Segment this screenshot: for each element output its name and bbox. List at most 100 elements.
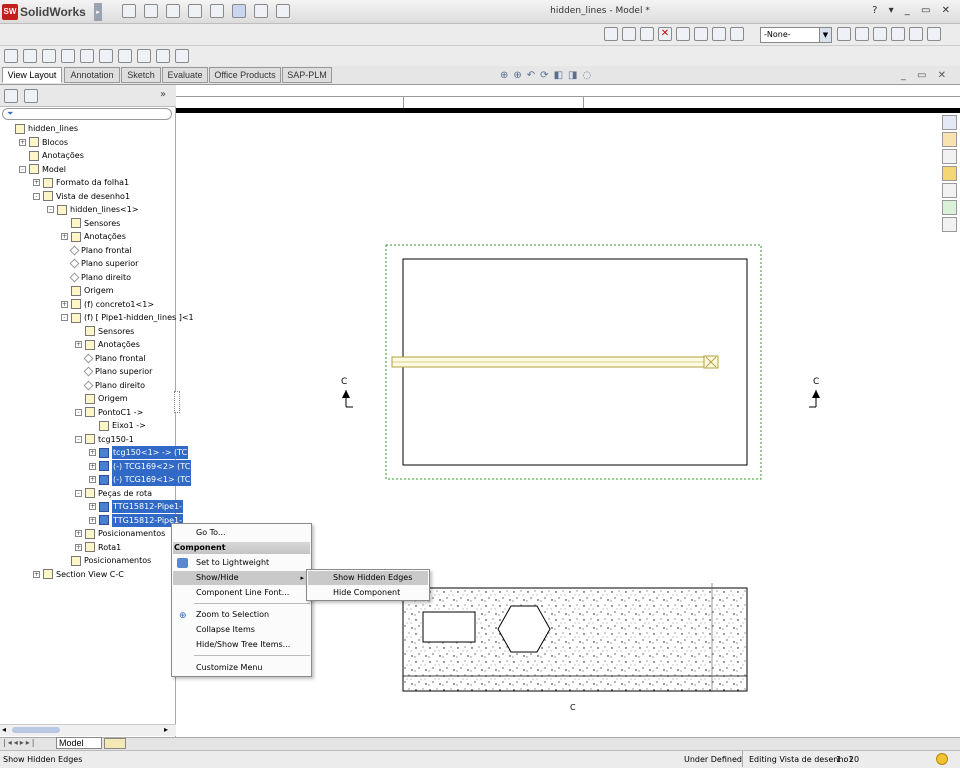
projected-view-icon[interactable] — [42, 49, 56, 63]
tab-model[interactable]: Model — [56, 737, 102, 749]
select-arrow-icon[interactable] — [232, 4, 246, 18]
rotate-icon[interactable]: ⟳ — [540, 70, 548, 84]
tree-item[interactable]: + Blocos — [19, 136, 68, 149]
tree-item[interactable]: Plano superior — [83, 365, 152, 378]
menu-item-show-hidden-edges[interactable]: Show Hidden Edges — [308, 571, 428, 585]
expand-icon[interactable]: + — [89, 503, 96, 510]
scroll-right-icon[interactable]: ▸ — [164, 725, 168, 734]
book-icon[interactable] — [622, 27, 636, 41]
edit-component-icon[interactable] — [640, 27, 654, 41]
tree-item[interactable]: hidden_lines — [15, 122, 78, 135]
collapse-icon[interactable]: - — [47, 206, 54, 213]
tree-item[interactable]: Plano direito — [83, 379, 145, 392]
tree-item[interactable]: Sensores — [71, 217, 120, 230]
tree-item[interactable]: Plano superior — [69, 257, 138, 270]
tree-item[interactable]: + (f) concreto1<1> — [61, 298, 154, 311]
tree-item[interactable]: Sensores — [85, 325, 134, 338]
menu-item-hide-component[interactable]: Hide Component — [308, 586, 428, 600]
tree-item[interactable]: + Anotações — [75, 338, 140, 351]
hide-show-icon[interactable]: ◌ — [582, 70, 591, 84]
lines-icon[interactable] — [891, 27, 905, 41]
custom-properties-icon[interactable] — [942, 217, 957, 232]
menu-expand-icon[interactable]: ▸ — [94, 3, 102, 21]
break-out-icon[interactable] — [175, 49, 189, 63]
tab-annotation[interactable]: Annotation — [64, 67, 120, 83]
section-display-icon[interactable]: ◧ — [554, 70, 563, 84]
undo-icon[interactable] — [210, 4, 224, 18]
auxiliary-view-icon[interactable] — [61, 49, 75, 63]
table-icon[interactable] — [694, 27, 708, 41]
snap-icon[interactable] — [927, 27, 941, 41]
tree-item[interactable]: Origem — [71, 284, 114, 297]
sheet-nav-icon[interactable]: |◂◂▸▸| — [3, 738, 36, 747]
menu-item-show-hide[interactable]: Show/Hide ▸ — [173, 571, 310, 585]
tree-item[interactable]: - hidden_lines<1> — [47, 203, 139, 216]
feature-manager-tab-icon[interactable] — [4, 89, 18, 103]
tree-item[interactable]: + Posicionamentos — [75, 527, 165, 540]
shaded-view-icon[interactable] — [855, 27, 869, 41]
library-icon[interactable] — [942, 149, 957, 164]
expand-icon[interactable]: + — [61, 300, 68, 308]
rebuild-icon[interactable] — [254, 4, 268, 18]
expand-icon[interactable]: + — [33, 570, 40, 578]
tab-view-layout[interactable]: View Layout — [2, 67, 62, 83]
tree-item[interactable]: Eixo1 -> — [99, 419, 146, 432]
tree-item[interactable]: + Formato da folha1 — [33, 176, 129, 189]
alternate-position-icon[interactable] — [156, 49, 170, 63]
expand-icon[interactable]: + — [19, 138, 26, 146]
delete-icon[interactable]: ✕ — [658, 27, 672, 41]
tab-evaluate[interactable]: Evaluate — [162, 67, 208, 83]
menu-item-customize[interactable]: Customize Menu — [173, 661, 310, 675]
collapse-icon[interactable]: - — [75, 489, 82, 497]
menu-item-set-lightweight[interactable]: Set to Lightweight — [173, 556, 310, 570]
previous-view-icon[interactable]: ↶ — [527, 70, 535, 84]
tree-item[interactable]: Plano frontal — [69, 244, 132, 257]
tree-item[interactable]: Plano frontal — [83, 352, 146, 365]
tree-item[interactable]: - Peças de rota — [75, 487, 152, 500]
resources-icon[interactable] — [942, 115, 957, 130]
add-sheet-icon[interactable] — [104, 738, 126, 749]
menu-item-hide-show-tree[interactable]: Hide/Show Tree Items... — [173, 638, 310, 652]
properties-icon[interactable] — [676, 27, 690, 41]
broken-view-icon[interactable] — [118, 49, 132, 63]
tag-icon[interactable] — [730, 27, 744, 41]
collapse-icon[interactable]: - — [75, 408, 82, 416]
tree-item[interactable]: + tcg150<1> -> (TC — [89, 446, 189, 459]
open-folder-icon[interactable] — [144, 4, 158, 18]
save-icon[interactable] — [166, 4, 180, 18]
tree-item[interactable]: + Section View C-C — [33, 568, 124, 581]
window-controls[interactable]: ? ▾ _ ▭ ✕ — [872, 5, 954, 16]
color-icon[interactable] — [712, 27, 726, 41]
tree-item[interactable]: Plano direito — [69, 271, 131, 284]
document-window-controls[interactable]: _ ▭ ✕ — [901, 70, 950, 81]
tree-item[interactable]: + TTG15812-Pipe1- — [89, 500, 184, 513]
property-manager-tab-icon[interactable] — [24, 89, 38, 103]
model-view-icon[interactable] — [23, 49, 37, 63]
section-icon[interactable] — [873, 27, 887, 41]
expand-icon[interactable]: + — [89, 449, 96, 456]
expand-icon[interactable]: + — [61, 233, 68, 240]
tree-item[interactable]: + Rota1 — [75, 541, 121, 554]
print-icon[interactable] — [188, 4, 202, 18]
menu-item-goto[interactable]: Go To... — [173, 526, 310, 540]
tree-item[interactable]: + Anotações — [61, 230, 126, 243]
tree-item[interactable]: + TTG15812-Pipe1- — [89, 513, 184, 527]
tree-filter-input[interactable]: ⏷ — [2, 108, 172, 120]
collapse-icon[interactable]: - — [75, 435, 82, 443]
menu-item-line-font[interactable]: Component Line Font... — [173, 586, 310, 600]
zoom-area-icon[interactable]: ⊕ — [513, 70, 521, 84]
tree-item[interactable]: Origem — [85, 392, 128, 405]
collapse-icon[interactable]: - — [61, 314, 68, 321]
tab-sketch[interactable]: Sketch — [121, 67, 161, 83]
collapse-icon[interactable]: - — [33, 192, 40, 200]
view-settings-icon[interactable] — [837, 27, 851, 41]
file-explorer-icon[interactable] — [942, 166, 957, 181]
section-arrow-left[interactable] — [342, 390, 353, 408]
standard-views-icon[interactable] — [4, 49, 18, 63]
component-tool-icon[interactable] — [604, 27, 618, 41]
panel-expand-icon[interactable]: » — [160, 89, 166, 100]
collapse-icon[interactable]: - — [19, 165, 26, 173]
tree-item[interactable]: - Model — [19, 163, 66, 176]
zoom-fit-icon[interactable]: ⊕ — [500, 70, 508, 84]
grid-icon[interactable] — [909, 27, 923, 41]
